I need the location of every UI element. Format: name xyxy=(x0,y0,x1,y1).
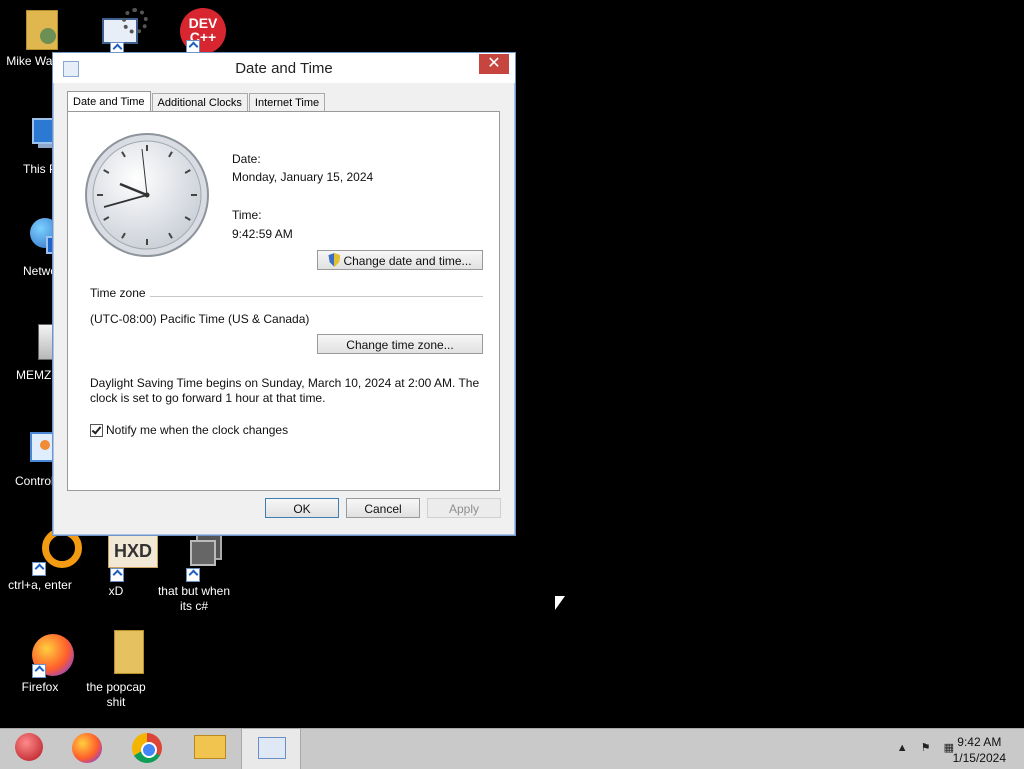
taskbar-chrome[interactable] xyxy=(118,729,176,769)
desktop-icon-label: the popcap shit xyxy=(86,680,146,709)
folder-icon xyxy=(92,630,144,678)
date-label: Date: xyxy=(232,152,261,166)
file-explorer-icon xyxy=(193,735,226,767)
tab-panel: Date: Monday, January 15, 2024 Time: 9:4… xyxy=(67,111,500,491)
uac-shield-icon xyxy=(328,253,341,267)
date-time-window[interactable]: Date and Time ✕ Date and Time Additional… xyxy=(52,52,516,536)
taskbar-date-time[interactable] xyxy=(241,728,301,769)
window-titlebar[interactable]: Date and Time ✕ xyxy=(53,53,515,83)
analog-clock-icon xyxy=(85,133,209,257)
taskbar-firefox[interactable] xyxy=(58,729,116,769)
taskbar-clock-time: 9:42 AM xyxy=(957,735,1002,749)
timezone-divider xyxy=(150,296,483,297)
close-button[interactable]: ✕ xyxy=(479,54,509,74)
show-hidden-icons-icon[interactable]: ▲ xyxy=(897,742,908,754)
timezone-value: (UTC-08:00) Pacific Time (US & Canada) xyxy=(90,312,310,326)
chrome-icon xyxy=(131,733,163,765)
desktop-icon-label: ctrl+a, enter xyxy=(8,578,72,592)
tab-internet-time[interactable]: Internet Time xyxy=(248,93,326,112)
shortcut-arrow-icon xyxy=(32,664,46,678)
change-date-time-button[interactable]: Change date and time... xyxy=(317,250,483,270)
date-time-icon xyxy=(255,737,287,769)
folder-user-icon xyxy=(16,4,64,52)
taskbar-clock-date: 1/15/2024 xyxy=(952,751,1006,765)
desktop-icon-that-but-when[interactable]: that but when its c# xyxy=(154,534,234,614)
notify-checkbox[interactable] xyxy=(90,424,103,437)
time-value: 9:42:59 AM xyxy=(232,227,293,241)
desktop-icon-ctrl-a-enter[interactable]: ctrl+a, enter xyxy=(0,528,82,593)
mouse-cursor-icon xyxy=(555,596,565,610)
hxd-icon: HXD xyxy=(92,534,158,582)
taskbar-ornament[interactable] xyxy=(0,729,58,769)
desktop-icon-xd[interactable]: HXD xD xyxy=(76,534,158,599)
desktop-icon-label: xD xyxy=(108,584,124,598)
apply-button[interactable]: Apply xyxy=(427,498,501,518)
taskbar-clock[interactable]: 9:42 AM 1/15/2024 xyxy=(953,734,1006,766)
desktop-icon-label: Firefox xyxy=(21,680,59,694)
action-center-flag-icon[interactable]: ⚑ xyxy=(921,742,931,754)
devcpp-icon: DEV C++ xyxy=(172,6,226,54)
desktop-icon-firefox[interactable]: Firefox xyxy=(0,630,80,695)
desktop-icon-popcap[interactable]: the popcap shit xyxy=(76,630,156,710)
dst-info-line-1: Daylight Saving Time begins on Sunday, M… xyxy=(90,376,480,390)
notify-label[interactable]: Notify me when the clock changes xyxy=(106,423,288,437)
timezone-heading: Time zone xyxy=(90,286,146,300)
change-date-time-label: Change date and time... xyxy=(343,254,472,268)
taskbar-file-explorer[interactable] xyxy=(180,729,238,769)
tab-additional-clocks[interactable]: Additional Clocks xyxy=(151,93,248,112)
time-label: Time: xyxy=(232,208,262,222)
change-time-zone-button[interactable]: Change time zone... xyxy=(317,334,483,354)
dst-info-line-2: clock is set to go forward 1 hour at tha… xyxy=(90,391,326,405)
desktop-icon-label: that but when its c# xyxy=(157,584,231,613)
desktop-icon-devcpp[interactable]: DEV C++ xyxy=(156,6,236,56)
ok-button[interactable]: OK xyxy=(265,498,339,518)
desktop-icon-settings-monitor[interactable] xyxy=(78,8,158,58)
firefox-icon xyxy=(16,630,74,678)
taskbar: ▲ ⚑ ▦ 9:42 AM 1/15/2024 xyxy=(0,728,1024,769)
window-title: Date and Time xyxy=(235,60,333,77)
stacked-windows-icon xyxy=(170,534,222,582)
tab-date-and-time[interactable]: Date and Time xyxy=(67,91,151,112)
ornament-icon xyxy=(13,733,45,765)
system-tray: ▲ ⚑ ▦ xyxy=(897,741,954,754)
shortcut-arrow-icon xyxy=(186,568,200,582)
cancel-button[interactable]: Cancel xyxy=(346,498,420,518)
shortcut-arrow-icon xyxy=(32,562,46,576)
shortcut-arrow-icon xyxy=(110,568,124,582)
firefox-icon xyxy=(71,733,103,765)
date-value: Monday, January 15, 2024 xyxy=(232,170,374,184)
settings-monitor-icon xyxy=(94,8,148,56)
tab-strip: Date and Time Additional Clocks Internet… xyxy=(67,91,326,113)
